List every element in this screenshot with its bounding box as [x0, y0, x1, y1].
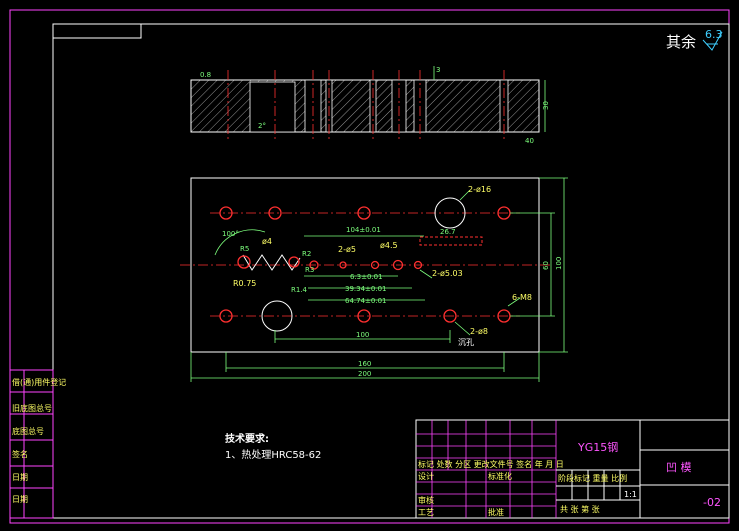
tb-material: YG15钢 [577, 441, 618, 454]
tb-sheet: 共 张 第 张 [560, 504, 600, 514]
tb-stage-header: 阶段标记 重量 比例 [558, 473, 627, 483]
label-r0-75: R0.75 [233, 279, 256, 288]
label-pin-holes-2: 2-ø5.03 [432, 269, 463, 278]
label-r5: R5 [240, 245, 249, 253]
section-chamfer-label: 2° [258, 122, 266, 130]
slot-outline [419, 236, 483, 246]
cad-drawing: 其余 6.3 30 40 0.8 2° 3 2-ø16 104±0.01 26.… [9, 9, 730, 524]
tb-approve: 批准 [488, 507, 504, 517]
die-hole-left [237, 255, 251, 269]
left-row-1: 旧底图总号 [12, 403, 52, 413]
tb-drawing-no: -02 [703, 496, 721, 509]
label-punch-hole: ø4.5 [380, 241, 398, 250]
left-row-0: 借(通)用件登记 [12, 377, 66, 387]
label-6-m8: 6-M8 [512, 293, 532, 302]
section-hatch [191, 80, 539, 132]
tb-row-header: 标记 处数 分区 更改文件号 签名 年 月 日 [418, 459, 564, 469]
section-flatness-label: 0.8 [200, 71, 211, 79]
label-center-pitch: 104±0.01 [346, 226, 381, 234]
tb-process: 工艺 [418, 508, 434, 517]
label-height-60: 60 [542, 261, 550, 270]
section-cavity [249, 81, 296, 133]
left-row-5: 日期 [12, 495, 28, 504]
label-angle: 100° [222, 230, 239, 238]
roughness-label: 其余 [666, 33, 696, 51]
label-64-74: 64.74±0.01 [345, 297, 387, 305]
section-depth-label: 3 [436, 66, 440, 74]
label-r3: R3 [305, 266, 314, 274]
tb-drawing-name: 凹 模 [666, 461, 692, 474]
label-height-100: 100 [555, 257, 563, 270]
roughness-value: 6.3 [705, 28, 723, 41]
label-r1-4: R1.4 [291, 286, 308, 294]
label-counterbore-note: 沉孔 [458, 338, 474, 347]
section-view: 30 40 0.8 2° 3 [190, 66, 550, 145]
label-2-ø8: 2-ø8 [470, 327, 488, 336]
tb-design: 设计 [418, 471, 434, 481]
label-100: 100 [356, 331, 369, 339]
tb-scale: 1:1 [624, 490, 637, 499]
section-thickness-label: 30 [542, 101, 550, 110]
left-row-3: 签名 [12, 449, 28, 459]
tech-req-item-1: 1、热处理HRC58-62 [225, 448, 321, 461]
label-6-3: 6.3±0.01 [350, 273, 383, 281]
left-side-table: 借(通)用件登记 旧底图总号 底图总号 签名 日期 日期 [9, 369, 66, 519]
leader-2-ø5-03 [419, 269, 433, 279]
plan-view: 2-ø16 104±0.01 26.7 100° ø4 R5 R0.75 R2 … [180, 177, 568, 382]
tb-standardize: 标准化 [488, 471, 512, 481]
left-row-2: 底图总号 [12, 426, 44, 436]
left-row-4: 日期 [12, 473, 28, 482]
technical-requirements: 技术要求: 1、热处理HRC58-62 [225, 432, 321, 461]
roughness-symbol: 其余 6.3 [666, 28, 723, 51]
label-slot-len: 26.7 [440, 228, 456, 236]
label-2-ø16: 2-ø16 [468, 185, 491, 194]
title-block: YG15钢 凹 模 -02 1:1 标记 处数 分区 更改文件号 签名 年 月 … [415, 419, 730, 519]
top-left-box [52, 23, 142, 39]
label-160: 160 [358, 360, 371, 368]
label-39-34: 39.34±0.01 [345, 285, 387, 293]
label-200: 200 [358, 370, 371, 378]
label-r2: R2 [302, 250, 311, 258]
tb-check: 审核 [418, 495, 434, 505]
label-die-dia: ø4 [262, 237, 272, 246]
section-width-label: 40 [525, 137, 534, 145]
tech-req-title: 技术要求: [225, 432, 269, 445]
label-pin-holes: 2-ø5 [338, 245, 356, 254]
leader-2-ø8 [454, 321, 471, 336]
